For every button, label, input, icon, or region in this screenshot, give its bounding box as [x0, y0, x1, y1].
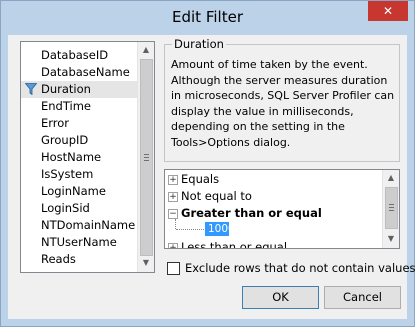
tree-connector: [175, 219, 177, 229]
column-item-label: Reads: [41, 252, 76, 266]
condition-label: Greater than or equal: [181, 206, 322, 220]
description-group: Duration Amount of time taken by the eve…: [164, 37, 400, 162]
close-button[interactable]: ✕: [368, 1, 408, 21]
scroll-thumb[interactable]: [140, 59, 153, 256]
column-item[interactable]: NTDomainName: [21, 217, 139, 234]
condition-label: Less than or equal: [181, 240, 288, 249]
column-item-label: DatabaseID: [41, 48, 109, 62]
funnel-icon: [25, 83, 37, 95]
column-item[interactable]: LoginSid: [21, 200, 139, 217]
expand-icon[interactable]: +: [168, 192, 178, 202]
exclude-rows-checkbox[interactable]: [167, 262, 180, 275]
column-item[interactable]: EndTime: [21, 98, 139, 115]
column-item[interactable]: Duration: [21, 81, 139, 98]
condition-tree[interactable]: + Equals + Not equal to − Greater than or equ…: [164, 169, 400, 249]
description-text: Amount of time taken by the event. Altho…: [171, 58, 395, 149]
condition-label: Equals: [181, 172, 220, 186]
title-bar: Edit Filter ✕: [1, 1, 414, 35]
condition-node[interactable]: + Not equal to: [165, 188, 381, 205]
condition-value[interactable]: 1000: [205, 222, 235, 236]
grip-line: [389, 204, 394, 205]
grip-line: [389, 207, 394, 208]
column-list-scrollbar[interactable]: ▲ ▼: [137, 42, 154, 272]
column-item-label: IsSystem: [41, 167, 94, 181]
column-item[interactable]: HostName: [21, 149, 139, 166]
column-item[interactable]: IsSystem: [21, 166, 139, 183]
edit-filter-window: Edit Filter ✕ DatabaseID DatabaseName Dura…: [0, 0, 415, 327]
exclude-rows-label: Exclude rows that do not contain values: [185, 261, 415, 275]
scroll-down-arrow-icon[interactable]: ▼: [138, 255, 154, 271]
grip-line: [144, 157, 149, 158]
column-item-label: NTUserName: [41, 235, 117, 249]
close-icon: ✕: [382, 4, 394, 18]
dialog-body: DatabaseID DatabaseName Duration EndTime Err…: [8, 35, 415, 319]
column-item-label: DatabaseName: [41, 65, 130, 79]
condition-node[interactable]: + Less than or equal: [165, 239, 381, 249]
scroll-thumb[interactable]: [385, 187, 398, 229]
column-list[interactable]: DatabaseID DatabaseName Duration EndTime Err…: [20, 41, 155, 273]
cancel-button[interactable]: Cancel: [324, 286, 401, 309]
column-item[interactable]: Reads: [21, 251, 139, 268]
column-item-label: Duration: [41, 82, 91, 96]
column-item[interactable]: GroupID: [21, 132, 139, 149]
window-title: Edit Filter: [172, 8, 243, 26]
column-item[interactable]: Error: [21, 115, 139, 132]
grip-line: [144, 154, 149, 155]
condition-node[interactable]: − Greater than or equal: [165, 205, 381, 222]
scroll-up-arrow-icon[interactable]: ▲: [138, 42, 154, 58]
column-item-label: NTDomainName: [41, 218, 136, 232]
expand-icon[interactable]: +: [168, 175, 178, 185]
condition-tree-scrollbar[interactable]: ▲ ▼: [382, 170, 399, 248]
column-item[interactable]: DatabaseName: [21, 64, 139, 81]
column-item-label: LoginSid: [41, 201, 90, 215]
condition-node[interactable]: + Equals: [165, 171, 381, 188]
tree-connector: [176, 229, 204, 231]
grip-line: [144, 160, 149, 161]
column-item-label: EndTime: [41, 99, 91, 113]
column-item-label: LoginName: [41, 184, 106, 198]
scroll-up-arrow-icon[interactable]: ▲: [383, 170, 399, 186]
expand-icon[interactable]: +: [168, 243, 178, 248]
column-item-label: Error: [41, 116, 70, 130]
column-item[interactable]: LoginName: [21, 183, 139, 200]
column-item-label: GroupID: [41, 133, 89, 147]
column-item[interactable]: DatabaseID: [21, 47, 139, 64]
grip-line: [389, 210, 394, 211]
description-label: Duration: [172, 37, 226, 51]
column-item-label: HostName: [41, 150, 102, 164]
column-item[interactable]: NTUserName: [21, 234, 139, 251]
ok-button[interactable]: OK: [242, 286, 319, 309]
scroll-down-arrow-icon[interactable]: ▼: [383, 231, 399, 247]
condition-label: Not equal to: [181, 189, 252, 203]
collapse-icon[interactable]: −: [168, 209, 178, 219]
